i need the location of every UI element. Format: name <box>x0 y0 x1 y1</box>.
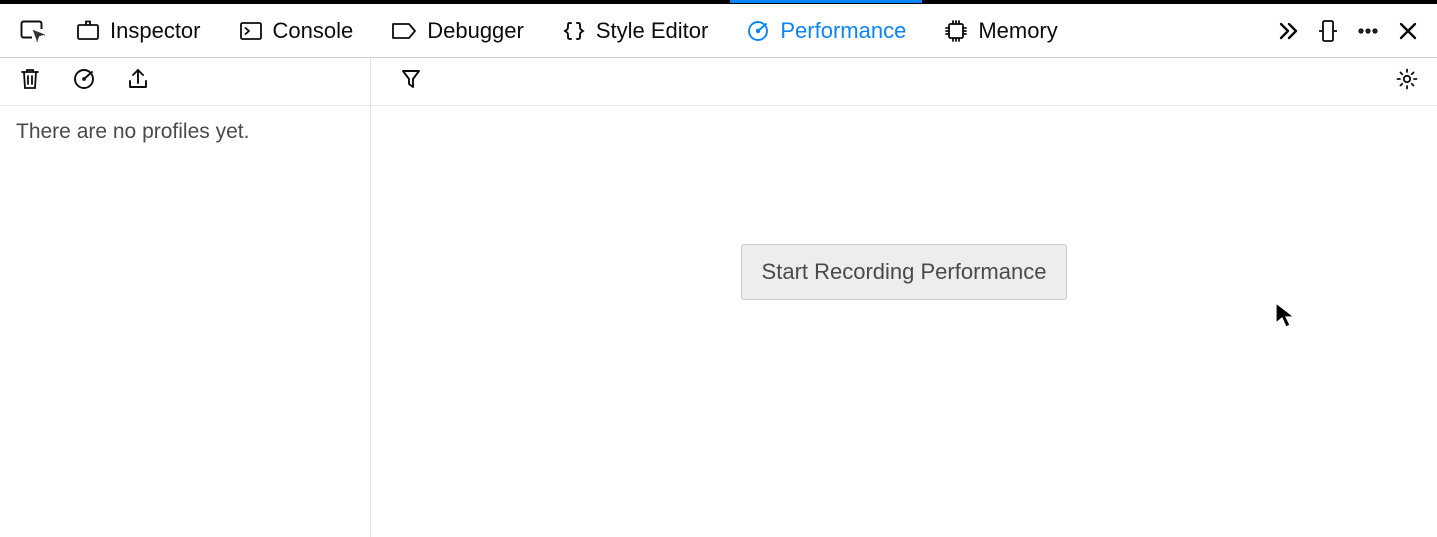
memory-icon <box>944 19 968 43</box>
tab-label: Memory <box>978 18 1057 44</box>
settings-button[interactable] <box>1391 66 1423 98</box>
performance-toolbar <box>0 58 1437 106</box>
clear-recordings-button[interactable] <box>14 66 46 98</box>
tab-inspector[interactable]: Inspector <box>58 4 219 58</box>
record-target-icon <box>72 67 96 96</box>
tab-label: Debugger <box>427 18 524 44</box>
import-icon <box>126 67 150 96</box>
mouse-cursor-icon <box>1274 301 1296 334</box>
start-recording-button[interactable]: Start Recording Performance <box>741 244 1068 300</box>
chevrons-right-icon <box>1276 20 1300 42</box>
element-picker-button[interactable] <box>12 9 56 53</box>
tab-memory[interactable]: Memory <box>926 4 1075 58</box>
tab-style-editor[interactable]: Style Editor <box>544 4 727 58</box>
tab-label: Inspector <box>110 18 201 44</box>
style-editor-icon <box>562 20 586 42</box>
tab-performance[interactable]: Performance <box>728 4 924 58</box>
performance-icon <box>746 19 770 43</box>
record-button[interactable] <box>68 66 100 98</box>
recordings-sidebar: There are no profiles yet. <box>0 106 371 537</box>
devtools-tabbar: Inspector Console Debugger <box>0 4 1437 58</box>
kebab-menu-button[interactable] <box>1349 12 1387 50</box>
inspector-icon <box>76 20 100 42</box>
console-icon <box>239 20 263 42</box>
responsive-design-button[interactable] <box>1309 12 1347 50</box>
responsive-design-icon <box>1317 19 1339 43</box>
element-picker-icon <box>20 19 48 43</box>
gear-icon <box>1395 67 1419 96</box>
close-devtools-button[interactable] <box>1389 12 1427 50</box>
trash-icon <box>19 67 41 96</box>
kebab-icon <box>1356 19 1380 43</box>
close-icon <box>1398 21 1418 41</box>
tabs-overflow-button[interactable] <box>1269 12 1307 50</box>
filter-icon <box>400 67 422 96</box>
tab-debugger[interactable]: Debugger <box>373 4 542 58</box>
filter-button[interactable] <box>395 66 427 98</box>
tab-label: Console <box>273 18 354 44</box>
import-recording-button[interactable] <box>122 66 154 98</box>
performance-main-pane: Start Recording Performance <box>371 106 1437 537</box>
tab-label: Performance <box>780 18 906 44</box>
no-profiles-message: There are no profiles yet. <box>16 120 354 144</box>
debugger-icon <box>391 21 417 41</box>
tab-label: Style Editor <box>596 18 709 44</box>
tab-console[interactable]: Console <box>221 4 372 58</box>
